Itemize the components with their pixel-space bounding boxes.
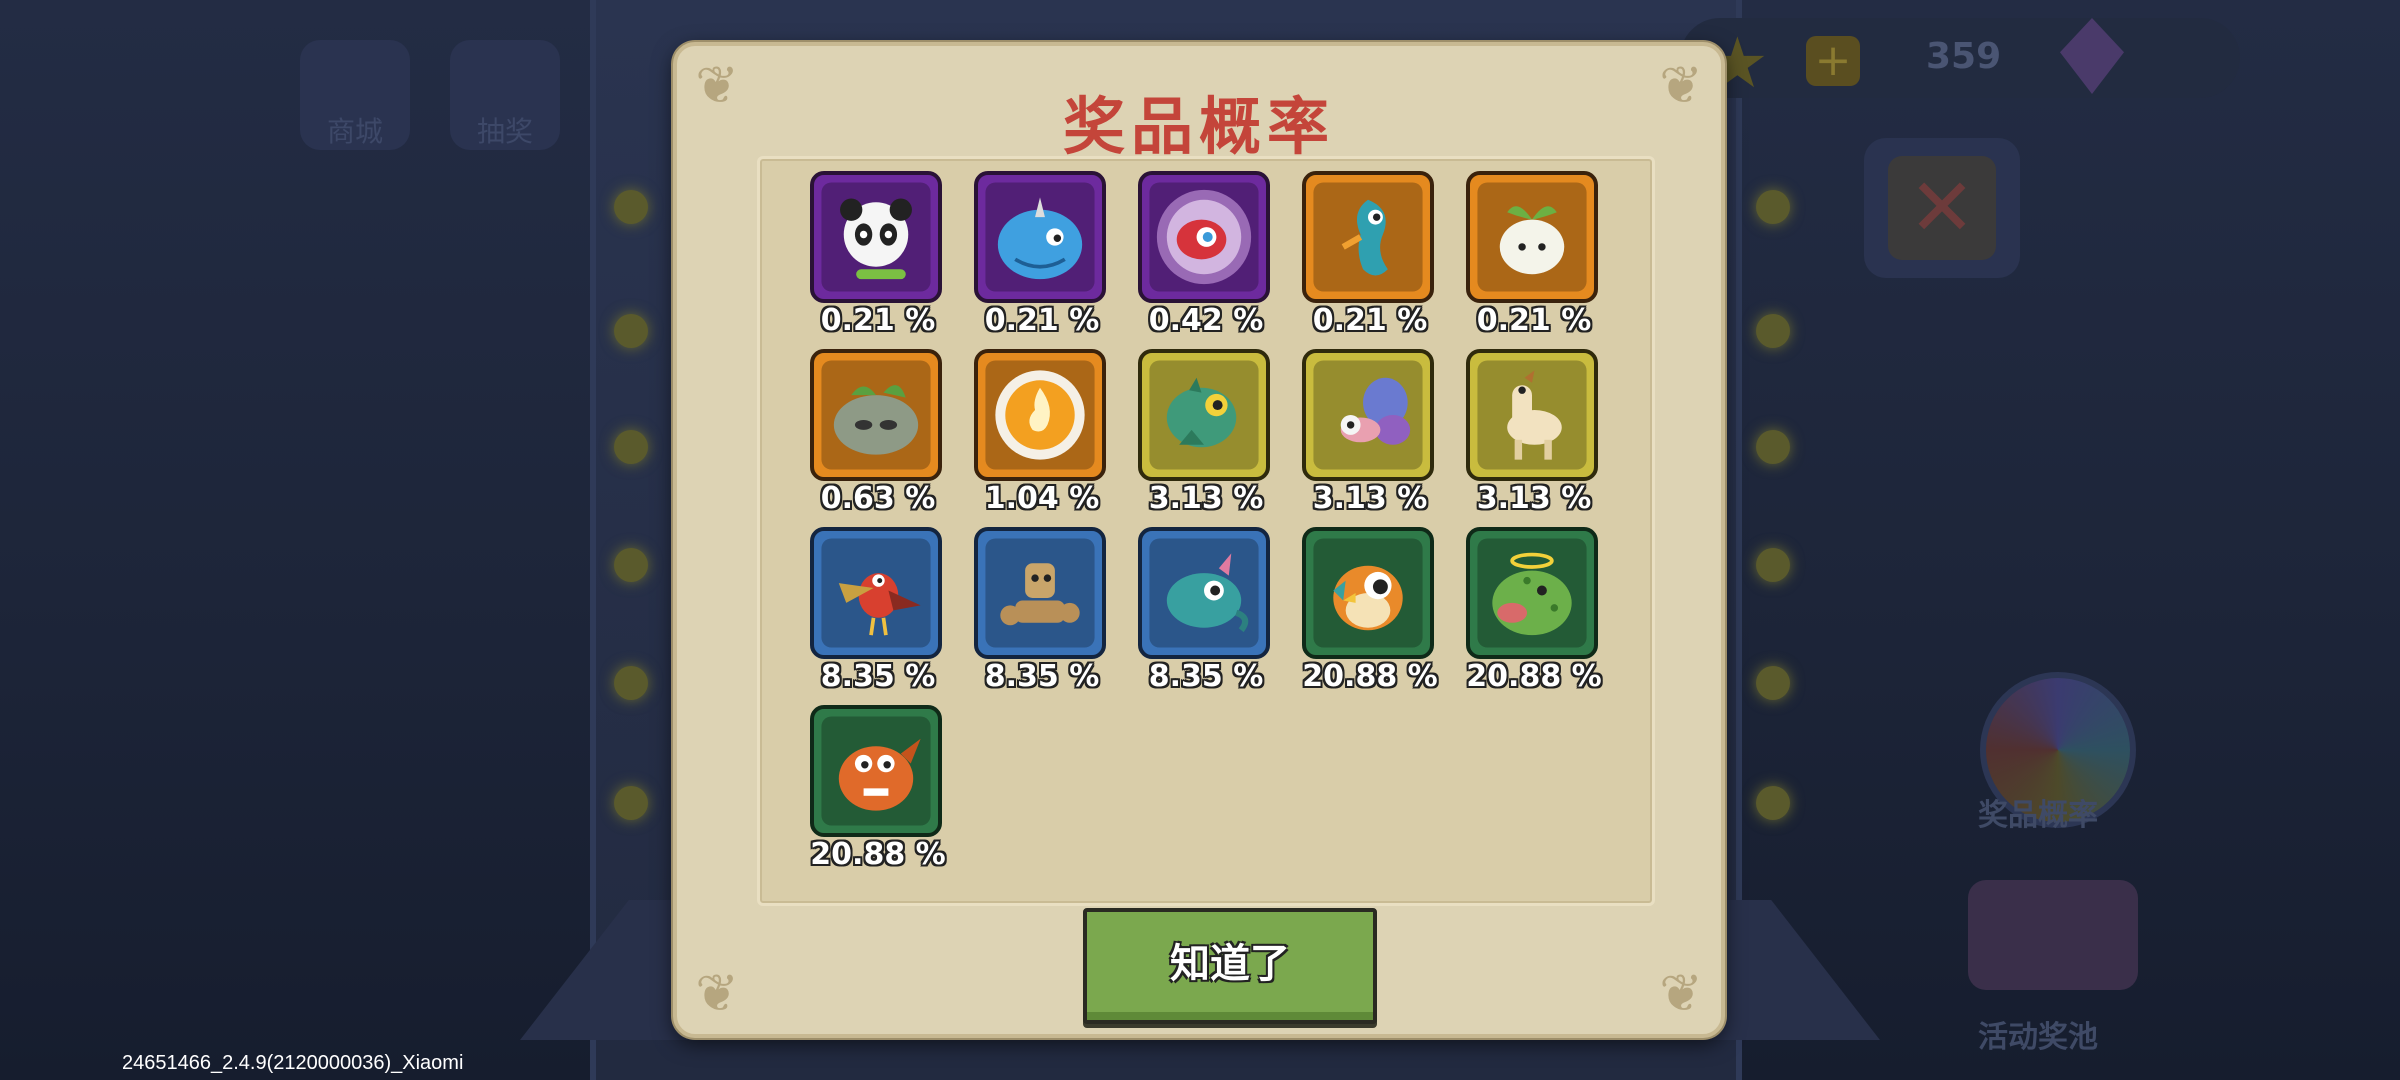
prize-item[interactable]: 20.88 % [810,705,946,875]
fire-coin-icon [974,349,1106,481]
green-blob-angel-icon [1466,527,1598,659]
machine-light [614,430,648,464]
store-tab-label: 商城 [326,115,383,148]
got-it-button[interactable]: 知道了 [1083,908,1377,1024]
panda-pet-icon [810,171,942,303]
prize-probability: 3.13 % [1476,481,1592,516]
prize-item[interactable]: 0.21 % [974,171,1110,341]
prize-item[interactable]: 3.13 % [1466,349,1602,519]
prize-probability: 0.21 % [1312,303,1428,338]
prize-item[interactable]: 1.04 % [974,349,1110,519]
add-currency-button[interactable]: + [1806,36,1860,86]
currency-count: 359 [1926,36,2002,77]
prize-item[interactable]: 8.35 % [810,527,946,697]
machine-light [614,786,648,820]
prize-item[interactable]: 0.42 % [1138,171,1274,341]
machine-light [1756,666,1790,700]
machine-light [614,314,648,348]
machine-light [614,548,648,582]
close-machine-button[interactable]: ✕ [1864,138,2020,278]
prize-item[interactable]: 0.21 % [1466,171,1602,341]
draw-tab-label: 抽奖 [476,115,533,148]
leafy-rock-creature-icon [810,349,942,481]
alpaca-pet-icon [1466,349,1598,481]
prize-item[interactable]: 8.35 % [1138,527,1274,697]
event-pool-side-label[interactable]: 活动奖池 [1978,1012,2098,1056]
dialog-title: 奖品概率 [1062,90,1335,163]
teal-beast-icon [1138,527,1270,659]
prize-probability: 20.88 % [810,837,946,872]
butterfly-bug-icon [1302,349,1434,481]
prize-probability: 8.35 % [984,659,1100,694]
prize-probability: 0.42 % [1148,303,1264,338]
prize-item[interactable]: 0.21 % [1302,171,1438,341]
sprout-creature-icon [1466,171,1598,303]
prize-probability: 3.13 % [1148,481,1264,516]
machine-light [1756,548,1790,582]
prize-probability-dialog: ❦ ❦ ❦ ❦ 奖品概率 0.21 % 0.21 % 0.42 % 0.21 % 0.2… [673,42,1725,1038]
corner-ornament-icon: ❦ [1659,964,1703,1024]
machine-light [614,190,648,224]
machine-light [1756,190,1790,224]
prize-probability: 0.21 % [820,303,936,338]
prize-grid-panel: 0.21 % 0.21 % 0.42 % 0.21 % 0.21 % 0.63 % 1.04… [757,156,1655,906]
prize-probability: 0.21 % [1476,303,1592,338]
green-dragon-icon [1138,349,1270,481]
prize-probability: 20.88 % [1302,659,1438,694]
blue-whale-pet-icon [974,171,1106,303]
seahorse-pet-icon [1302,171,1434,303]
prize-probability-side-label[interactable]: 奖品概率 [1978,790,2098,834]
prize-item[interactable]: 20.88 % [1302,527,1438,697]
rock-golem-icon [974,527,1106,659]
red-eye-orb-icon [1138,171,1270,303]
treasure-chest-icon[interactable] [1968,880,2138,990]
draw-tab[interactable]: 抽奖 [450,40,560,150]
prize-item[interactable]: 20.88 % [1466,527,1602,697]
machine-light [1756,314,1790,348]
prize-item[interactable]: 8.35 % [974,527,1110,697]
prize-probability: 3.13 % [1312,481,1428,516]
orange-fish-monster-icon [810,705,942,837]
machine-light [614,666,648,700]
machine-light [1756,786,1790,820]
close-icon: ✕ [1888,156,1996,260]
prize-item[interactable]: 3.13 % [1302,349,1438,519]
prize-probability: 0.21 % [984,303,1100,338]
prize-item[interactable]: 3.13 % [1138,349,1274,519]
prize-item[interactable]: 0.63 % [810,349,946,519]
red-bird-icon [810,527,942,659]
prize-probability: 1.04 % [984,481,1100,516]
build-info: 24651466_2.4.9(2120000036)_Xiaomi [122,1052,464,1074]
store-tab[interactable]: 商城 [300,40,410,150]
prize-probability: 8.35 % [1148,659,1264,694]
prize-item[interactable]: 0.21 % [810,171,946,341]
prize-probability: 0.63 % [820,481,936,516]
corner-ornament-icon: ❦ [695,964,739,1024]
prize-probability: 20.88 % [1466,659,1602,694]
machine-light [1756,430,1790,464]
prize-probability: 8.35 % [820,659,936,694]
orange-owl-icon [1302,527,1434,659]
